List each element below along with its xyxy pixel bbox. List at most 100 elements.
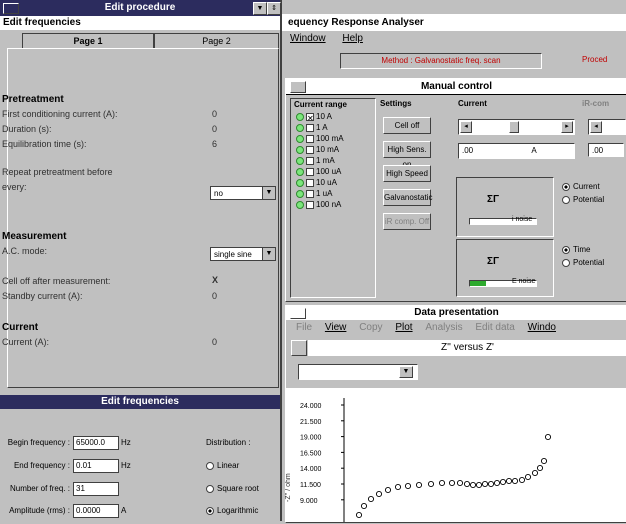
range-option[interactable]: 10 uA: [296, 178, 337, 187]
manual-control-window: Manual control Current range ✕ 10 A 1 A 1…: [285, 78, 626, 302]
restore-icon[interactable]: ⇕: [267, 2, 281, 15]
potential-option[interactable]: Potential: [562, 195, 604, 204]
menu-plot[interactable]: Plot: [395, 322, 412, 333]
range-option[interactable]: 100 mA: [296, 134, 344, 143]
menu-file[interactable]: File: [296, 322, 312, 333]
slider-right-arrow-icon[interactable]: ▸: [561, 121, 573, 133]
distribution-logarithmic[interactable]: Logarithmic: [206, 506, 258, 515]
equilibration-value[interactable]: 6: [212, 139, 217, 149]
high-sens-button[interactable]: High Sens. on: [383, 141, 431, 169]
range-option[interactable]: 10 mA: [296, 145, 339, 154]
radio-icon: [296, 156, 304, 165]
plot-system-button[interactable]: [291, 340, 307, 356]
data-point: [367, 495, 375, 503]
data-point: [415, 481, 423, 489]
num-frequencies-input[interactable]: 31: [73, 482, 119, 496]
nyquist-plot: 24.000 21.500 19.000 16.500 14.000 11.500 9.00…: [300, 398, 552, 522]
tab-page-1[interactable]: Page 1: [22, 33, 154, 49]
amplitude-label: Amplitude (rms) :: [9, 506, 70, 515]
data-point: [469, 481, 477, 489]
first-current-value[interactable]: 0: [212, 109, 217, 119]
e-noise-level: [470, 281, 486, 286]
menu-edit-data[interactable]: Edit data: [475, 322, 514, 333]
tab-page-2[interactable]: Page 2: [154, 33, 279, 49]
plot-area: 24.000 21.500 19.000 16.500 14.000 11.500 9.00…: [285, 388, 626, 522]
menu-analysis[interactable]: Analysis: [425, 322, 462, 333]
minimize-icon[interactable]: ▼: [253, 2, 267, 15]
num-frequencies-label: Number of freq. :: [9, 484, 70, 493]
y-tick-label: 14.000: [300, 466, 322, 473]
dropdown-arrow-icon[interactable]: ▼: [262, 248, 275, 260]
range-option[interactable]: 1 mA: [296, 156, 335, 165]
cell-off-checkbox[interactable]: X: [212, 275, 218, 285]
dropdown-arrow-icon[interactable]: ▼: [262, 187, 275, 199]
distribution-label: Distribution :: [206, 438, 251, 447]
ir-comp-button[interactable]: iR comp. Off: [383, 213, 431, 230]
end-frequency-input[interactable]: 0.01: [73, 459, 119, 473]
system-menu-button[interactable]: [290, 81, 306, 93]
ac-mode-dropdown[interactable]: single sine ▼: [210, 247, 276, 261]
range-option[interactable]: 100 nA: [296, 200, 341, 209]
range-option[interactable]: 1 uA: [296, 189, 332, 198]
duration-label: Duration (s):: [2, 124, 52, 134]
range-option[interactable]: ✕ 10 A: [296, 112, 332, 123]
repeat-dropdown[interactable]: no ▼: [210, 186, 276, 200]
plot-title: Z'' versus Z': [308, 340, 626, 356]
standby-value[interactable]: 0: [212, 291, 217, 301]
plot-selector-dropdown[interactable]: ▼: [298, 364, 418, 380]
amplitude-input[interactable]: 0.0000: [73, 504, 119, 518]
current-value-field[interactable]: .00 A: [458, 143, 575, 159]
begin-frequency-unit: Hz: [121, 438, 131, 447]
galvanostatic-button[interactable]: Galvanostatic: [383, 189, 432, 206]
duration-value[interactable]: 0: [212, 124, 217, 134]
begin-frequency-input[interactable]: 65000.0: [73, 436, 119, 450]
data-presentation-window: Data presentation File View Copy Plot An…: [285, 305, 626, 523]
current-range-header: Current range: [294, 100, 347, 109]
radio-icon: [562, 245, 570, 254]
time-option[interactable]: Time: [562, 245, 590, 254]
high-speed-button[interactable]: High Speed: [383, 165, 431, 182]
e-noise-panel: ΣΓ E noise: [456, 239, 554, 297]
radio-icon: [562, 195, 570, 204]
slider-left-arrow-icon[interactable]: ◂: [590, 121, 602, 133]
menu-window[interactable]: Window: [290, 33, 326, 44]
ir-value-field[interactable]: .00: [588, 143, 624, 157]
menu-copy[interactable]: Copy: [359, 322, 382, 333]
distribution-linear[interactable]: Linear: [206, 461, 239, 470]
data-point: [499, 478, 507, 486]
current-slider[interactable]: ◂ ▸: [458, 119, 575, 135]
data-point: [544, 433, 552, 441]
menu-view[interactable]: View: [325, 322, 347, 333]
manual-control-title: Manual control: [286, 79, 626, 95]
current-option[interactable]: Current: [562, 182, 600, 191]
system-menu-button[interactable]: [3, 3, 19, 14]
range-option[interactable]: 100 uA: [296, 167, 341, 176]
current-value[interactable]: 0: [212, 337, 217, 347]
procedure-label: Proced: [582, 55, 608, 64]
system-menu-button[interactable]: [290, 308, 306, 319]
checkbox-icon: [306, 189, 314, 198]
cell-off-button[interactable]: Cell off: [383, 117, 431, 134]
edit-procedure-subtitle: Edit frequencies: [0, 16, 280, 30]
logo-icon: ΣΓ: [487, 256, 500, 267]
data-presentation-title: Data presentation: [286, 306, 626, 320]
i-noise-panel: ΣΓ i noise: [456, 177, 554, 237]
dropdown-arrow-icon[interactable]: ▼: [399, 366, 413, 378]
menu-window[interactable]: Windo: [528, 322, 556, 333]
range-option[interactable]: 1 A: [296, 123, 328, 132]
slider-left-arrow-icon[interactable]: ◂: [460, 121, 472, 133]
data-point: [438, 479, 446, 487]
equilibration-label: Equilibration time (s):: [2, 139, 87, 149]
data-point: [394, 483, 402, 491]
potential-option-2[interactable]: Potential: [562, 258, 604, 267]
y-tick-label: 9.000: [300, 498, 318, 505]
distribution-square-root[interactable]: Square root: [206, 484, 259, 493]
slider-thumb[interactable]: [509, 121, 519, 133]
radio-icon: [206, 484, 214, 493]
first-current-label: First conditioning current (A):: [2, 109, 118, 119]
data-point: [475, 481, 483, 489]
y-tick-label: 24.000: [300, 403, 322, 410]
checkbox-icon: [306, 200, 314, 209]
ir-comp-slider[interactable]: ◂: [588, 119, 626, 135]
menu-help[interactable]: Help: [342, 33, 363, 44]
